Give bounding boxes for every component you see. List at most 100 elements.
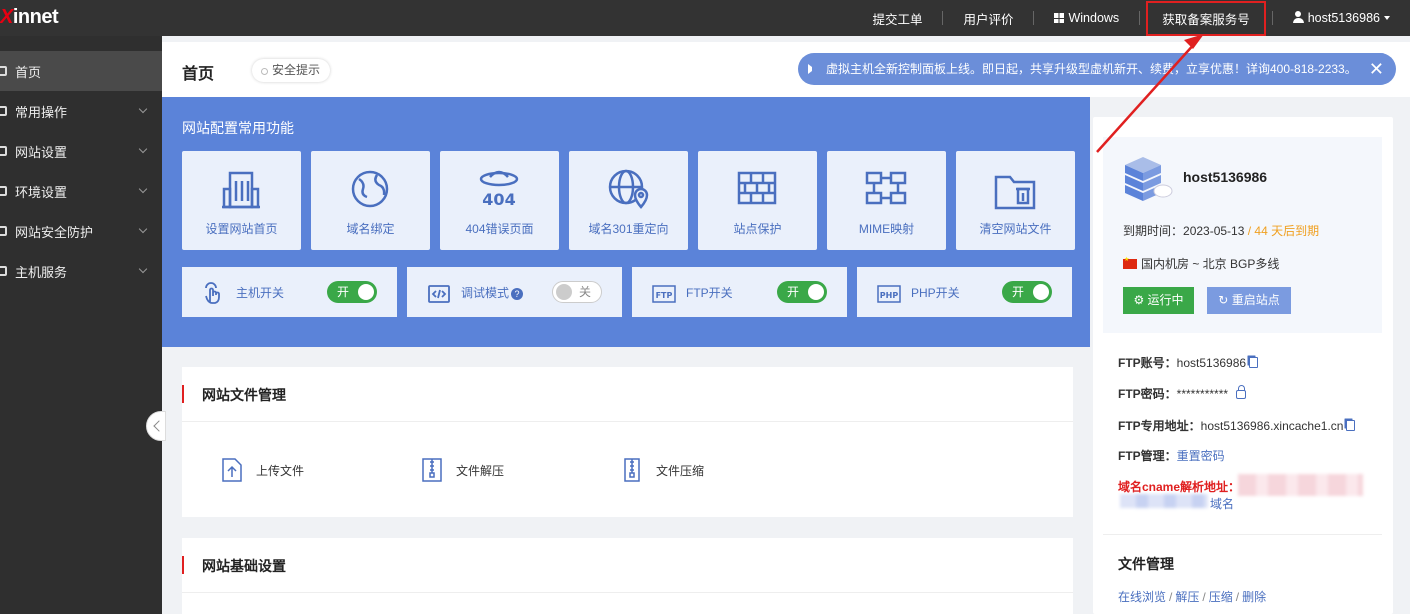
sidebar-item-host-service[interactable]: 主机服务	[0, 251, 162, 291]
cname-domain-link[interactable]: 域名	[1210, 495, 1234, 512]
host-toggle[interactable]: 开	[327, 281, 377, 303]
svg-text:404: 404	[482, 190, 515, 209]
config-panel: 网站配置常用功能 设置网站首页 域名绑定 404 404错误页面 域名301重定…	[162, 97, 1090, 347]
help-icon[interactable]: ?	[511, 288, 524, 300]
sidebar: 首页 常用操作 网站设置 环境设置 网站安全防护 主机服务	[0, 36, 162, 614]
chevron-down-icon	[138, 104, 148, 114]
zip-file-button[interactable]: 文件压缩	[620, 455, 820, 485]
file-management-card: 网站文件管理 上传文件 文件解压 文件压缩	[182, 367, 1073, 517]
safety-tip-button[interactable]: 安全提示	[252, 59, 331, 82]
switch-ftp: FTP FTP开关 开	[632, 267, 847, 317]
top-bar: Xinnet 提交工单 用户评价 Windows 获取备案服务号 host513…	[0, 0, 1410, 36]
unzip-file-button[interactable]: 文件解压	[420, 455, 620, 485]
basic-settings-title: 网站基础设置	[202, 558, 286, 574]
sidebar-item-environment[interactable]: 环境设置	[0, 171, 162, 211]
notice-text: 虚拟主机全新控制面板上线。即日起，共享升级型虚机新开、续费，立享优惠！详询400…	[826, 62, 1357, 76]
file-manage-title: 文件管理	[1118, 556, 1174, 572]
submit-ticket-link[interactable]: 提交工单	[852, 9, 942, 28]
config-tiles: 设置网站首页 域名绑定 404 404错误页面 域名301重定向 站点保护 MI…	[182, 151, 1075, 250]
switch-host: 主机开关 开	[182, 267, 397, 317]
chevron-down-icon	[138, 184, 148, 194]
user-review-link[interactable]: 用户评价	[943, 9, 1033, 28]
tile-mime-mapping[interactable]: MIME映射	[827, 151, 946, 250]
host-name: host5136986	[1183, 169, 1268, 185]
config-title: 网站配置常用功能	[182, 120, 294, 136]
upload-file-button[interactable]: 上传文件	[220, 455, 420, 485]
title-accent-bar	[182, 556, 184, 574]
browse-online-link[interactable]: 在线浏览	[1118, 590, 1166, 604]
zip-link[interactable]: 压缩	[1209, 590, 1233, 604]
reset-password-link[interactable]: 重置密码	[1177, 449, 1225, 463]
zip-icon	[624, 458, 640, 482]
host-summary: host5136986 到期时间：2023-05-13 / 44 天后到期 国内…	[1103, 137, 1382, 333]
website-icon	[0, 146, 7, 156]
php-icon: PHP	[877, 285, 901, 303]
file-management-title: 网站文件管理	[202, 387, 286, 403]
gear-icon: ⚙	[1133, 293, 1148, 307]
notice-banner: 虚拟主机全新控制面板上线。即日起，共享升级型虚机新开、续费，立享优惠！详询400…	[798, 53, 1396, 85]
code-icon	[428, 285, 450, 303]
folder-clear-icon	[994, 175, 1036, 210]
upload-file-icon	[222, 458, 242, 482]
speaker-icon	[808, 64, 818, 74]
tile-domain-binding[interactable]: 域名绑定	[311, 151, 430, 250]
windows-link[interactable]: Windows	[1034, 11, 1139, 25]
basic-settings-card: 网站基础设置	[182, 538, 1073, 614]
page-title: 首页	[182, 66, 215, 83]
svg-text:PHP: PHP	[880, 291, 899, 300]
restart-site-button[interactable]: ↻ 重启站点	[1207, 287, 1291, 314]
running-status-button[interactable]: ⚙ 运行中	[1123, 287, 1194, 314]
server-stack-icon	[1125, 157, 1173, 201]
host-info-panel: host5136986 到期时间：2023-05-13 / 44 天后到期 国内…	[1093, 117, 1393, 614]
globe-icon	[351, 170, 389, 208]
windows-icon	[1054, 13, 1065, 23]
sidebar-item-security[interactable]: 网站安全防护	[0, 211, 162, 251]
file-manage-links: 在线浏览 / 解压 / 压缩 / 删除	[1118, 590, 1267, 604]
copy-icon[interactable]	[1346, 420, 1356, 431]
user-menu[interactable]: host5136986	[1273, 11, 1410, 25]
error-404-icon: 404	[479, 170, 519, 209]
ftp-account-row: FTP账号：host5136986	[1118, 354, 1259, 371]
cname-label: 域名cname解析地址：	[1118, 480, 1241, 494]
tile-set-homepage[interactable]: 设置网站首页	[182, 151, 301, 250]
sidebar-item-website-settings[interactable]: 网站设置	[0, 131, 162, 171]
tile-404-page[interactable]: 404 404错误页面	[440, 151, 559, 250]
environment-icon	[0, 186, 7, 196]
debug-toggle[interactable]: 关	[552, 281, 602, 303]
ftp-address-row: FTP专用地址：host5136986.xincache1.cn	[1118, 417, 1356, 434]
title-accent-bar	[182, 385, 184, 403]
expire-info: 到期时间：2023-05-13 / 44 天后到期	[1123, 224, 1320, 238]
chevron-down-icon	[138, 224, 148, 234]
user-icon	[1292, 11, 1304, 23]
get-icp-service-number-link[interactable]: 获取备案服务号	[1146, 0, 1266, 36]
brick-wall-icon	[737, 171, 777, 205]
top-nav: 提交工单 用户评价 Windows 获取备案服务号 host5136986	[852, 0, 1410, 36]
logo[interactable]: Xinnet	[0, 6, 59, 29]
switch-php: PHP PHP开关 开	[857, 267, 1072, 317]
hand-icon	[205, 282, 220, 304]
php-toggle[interactable]: 开	[1002, 281, 1052, 303]
server-icon	[0, 266, 7, 276]
tile-site-protection[interactable]: 站点保护	[698, 151, 817, 250]
ftp-manage-row: FTP管理：重置密码	[1118, 449, 1225, 463]
shield-icon	[0, 226, 7, 236]
copy-icon[interactable]	[1249, 357, 1259, 368]
close-icon[interactable]: ✕	[1360, 53, 1384, 85]
chevron-down-icon	[138, 144, 148, 154]
unzip-link[interactable]: 解压	[1175, 590, 1199, 604]
config-switches: 主机开关 开 调试模式? 关 FTP FTP开关 开 PHP PHP开关 开	[182, 267, 1072, 317]
sidebar-item-common-ops[interactable]: 常用操作	[0, 91, 162, 131]
page-header: 首页 安全提示 虚拟主机全新控制面板上线。即日起，共享升级型虚机新开、续费，立享…	[162, 42, 1410, 97]
ftp-toggle[interactable]: 开	[777, 281, 827, 303]
home-icon	[0, 66, 7, 76]
tile-clear-files[interactable]: 清空网站文件	[956, 151, 1075, 250]
china-flag-icon	[1123, 256, 1137, 269]
svg-text:FTP: FTP	[656, 291, 673, 300]
tile-301-redirect[interactable]: 域名301重定向	[569, 151, 688, 250]
sidebar-item-home[interactable]: 首页	[0, 51, 162, 91]
lock-icon[interactable]	[1236, 385, 1247, 399]
delete-link[interactable]: 删除	[1242, 590, 1266, 604]
switch-debug: 调试模式? 关	[407, 267, 622, 317]
datacenter-info: 国内机房 ~ 北京 BGP多线	[1123, 255, 1279, 272]
ftp-icon: FTP	[652, 285, 676, 303]
